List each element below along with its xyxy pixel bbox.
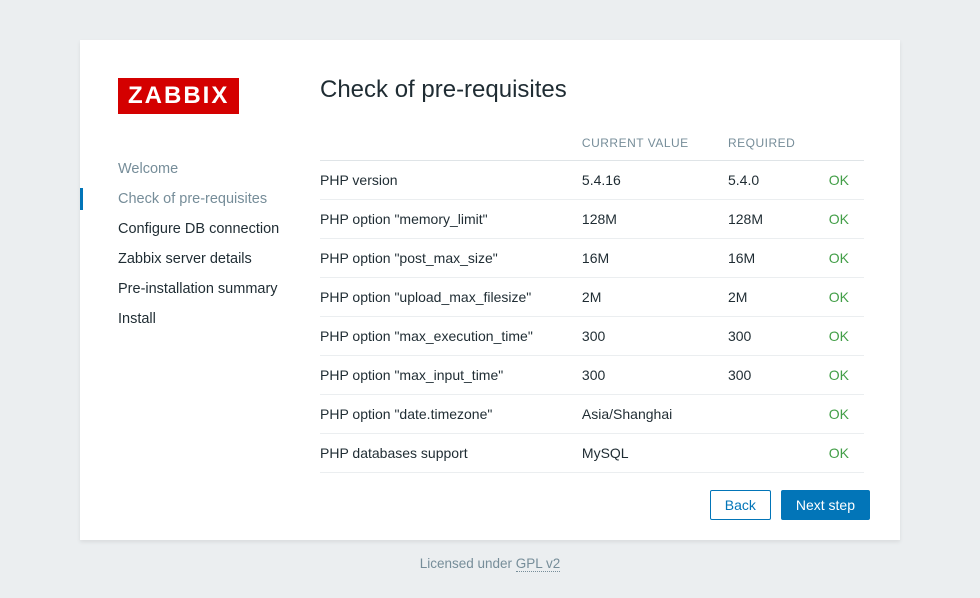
cell-current-value: 300 xyxy=(582,317,728,356)
cell-check: PHP option "upload_max_filesize" xyxy=(320,278,582,317)
cell-status: OK xyxy=(829,317,864,356)
prereq-tbody: PHP version5.4.165.4.0OKPHP option "memo… xyxy=(320,161,864,473)
table-row: PHP option "date.timezone"Asia/Shanghai O… xyxy=(320,395,864,434)
table-row: PHP version5.4.165.4.0OK xyxy=(320,161,864,200)
cell-status: OK xyxy=(829,395,864,434)
table-row: PHP option "max_input_time"300300OK xyxy=(320,356,864,395)
footer-buttons: Back Next step xyxy=(320,474,870,520)
main-panel: Check of pre-requisites CURRENT VALUE RE… xyxy=(312,78,870,520)
cell-required: 300 xyxy=(728,317,829,356)
next-step-button[interactable]: Next step xyxy=(781,490,870,520)
prereq-table: CURRENT VALUE REQUIRED PHP version5.4.16… xyxy=(320,126,864,473)
license-link[interactable]: GPL v2 xyxy=(516,556,561,572)
cell-required: 16M xyxy=(728,239,829,278)
cell-current-value: 2M xyxy=(582,278,728,317)
th-check xyxy=(320,126,582,161)
sidebar-step[interactable]: Zabbix server details xyxy=(118,244,312,274)
cell-check: PHP option "memory_limit" xyxy=(320,200,582,239)
table-row: PHP option "post_max_size"16M16MOK xyxy=(320,239,864,278)
cell-status: OK xyxy=(829,278,864,317)
cell-check: PHP option "max_input_time" xyxy=(320,356,582,395)
cell-current-value: 128M xyxy=(582,200,728,239)
prereq-table-wrap[interactable]: CURRENT VALUE REQUIRED PHP version5.4.16… xyxy=(320,126,870,474)
brand-logo: ZABBIX xyxy=(118,78,239,114)
cell-current-value: 5.4.16 xyxy=(582,161,728,200)
license-text: Licensed under GPL v2 xyxy=(420,556,561,571)
sidebar-step[interactable]: Configure DB connection xyxy=(118,214,312,244)
cell-check: PHP databases support xyxy=(320,434,582,473)
cell-current-value: MySQL xyxy=(582,434,728,473)
license-prefix: Licensed under xyxy=(420,556,516,571)
step-list: WelcomeCheck of pre-requisitesConfigure … xyxy=(118,154,312,334)
cell-current-value: 300 xyxy=(582,356,728,395)
cell-check: PHP option "date.timezone" xyxy=(320,395,582,434)
sidebar-step[interactable]: Welcome xyxy=(118,154,312,184)
cell-status: OK xyxy=(829,200,864,239)
cell-check: PHP version xyxy=(320,161,582,200)
cell-required: 128M xyxy=(728,200,829,239)
cell-required: 2M xyxy=(728,278,829,317)
back-button[interactable]: Back xyxy=(710,490,771,520)
sidebar-step[interactable]: Pre-installation summary xyxy=(118,274,312,304)
sidebar-step[interactable]: Install xyxy=(118,304,312,334)
table-row: PHP option "max_execution_time"300300OK xyxy=(320,317,864,356)
cell-status: OK xyxy=(829,356,864,395)
cell-required: 300 xyxy=(728,356,829,395)
installer-card: ZABBIX WelcomeCheck of pre-requisitesCon… xyxy=(80,40,900,540)
table-row: PHP option "memory_limit"128M128MOK xyxy=(320,200,864,239)
table-row: PHP option "upload_max_filesize"2M2MOK xyxy=(320,278,864,317)
cell-status: OK xyxy=(829,434,864,473)
page-title: Check of pre-requisites xyxy=(320,76,870,104)
sidebar-step[interactable]: Check of pre-requisites xyxy=(118,184,312,214)
cell-required xyxy=(728,395,829,434)
columns: ZABBIX WelcomeCheck of pre-requisitesCon… xyxy=(80,78,870,520)
cell-required: 5.4.0 xyxy=(728,161,829,200)
th-required: REQUIRED xyxy=(728,126,829,161)
th-current-value: CURRENT VALUE xyxy=(582,126,728,161)
sidebar: ZABBIX WelcomeCheck of pre-requisitesCon… xyxy=(80,78,312,520)
table-row: PHP databases supportMySQL OK xyxy=(320,434,864,473)
cell-status: OK xyxy=(829,161,864,200)
cell-current-value: Asia/Shanghai xyxy=(582,395,728,434)
th-status xyxy=(829,126,864,161)
cell-current-value: 16M xyxy=(582,239,728,278)
cell-status: OK xyxy=(829,239,864,278)
cell-check: PHP option "max_execution_time" xyxy=(320,317,582,356)
cell-check: PHP option "post_max_size" xyxy=(320,239,582,278)
table-header-row: CURRENT VALUE REQUIRED xyxy=(320,126,864,161)
cell-required xyxy=(728,434,829,473)
